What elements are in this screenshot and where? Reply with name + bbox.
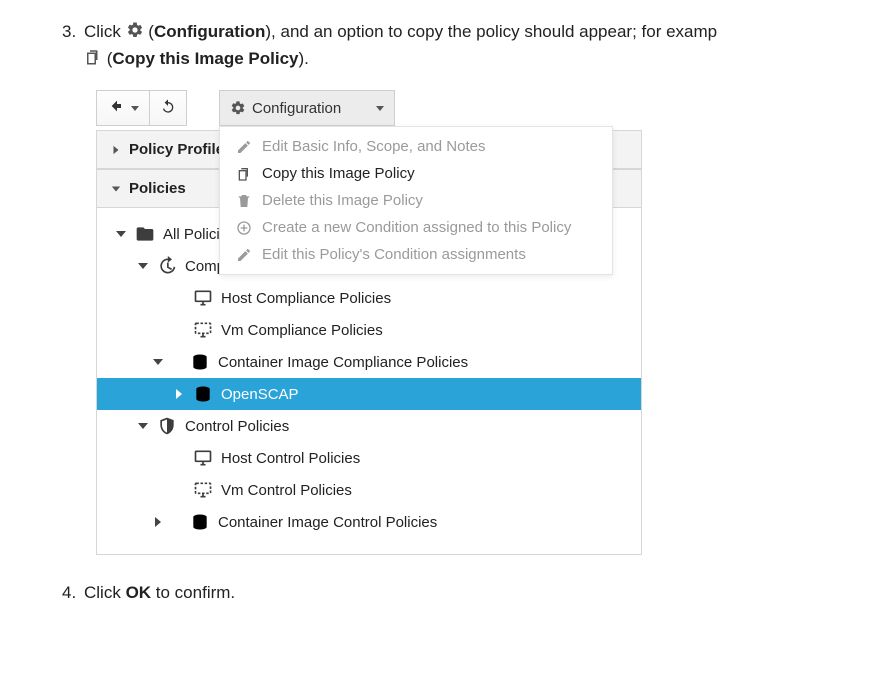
step-body: Click (Configuration), and an option to … [84, 18, 891, 72]
gear-icon [126, 20, 144, 38]
copy-icon [84, 47, 102, 65]
back-button[interactable] [96, 90, 150, 126]
expand-toggle[interactable] [137, 420, 149, 432]
refresh-button[interactable] [149, 90, 187, 126]
gear-icon [230, 100, 246, 116]
tree-host-control[interactable]: Host Control Policies [97, 442, 641, 474]
container-stack-icon [190, 352, 210, 372]
menu-delete-policy[interactable]: Delete this Image Policy [220, 187, 612, 214]
step-text: to confirm. [151, 583, 235, 602]
tree-label: Vm Control Policies [221, 482, 352, 499]
vm-icon [193, 320, 213, 340]
tree-label: Vm Compliance Policies [221, 322, 383, 339]
refresh-icon [160, 98, 176, 118]
vm-icon [193, 480, 213, 500]
expand-toggle[interactable] [173, 452, 185, 464]
chevron-down-icon [111, 184, 121, 194]
accordion-label: Policy Profiles [129, 141, 232, 158]
accordion-label: Policies [129, 180, 186, 197]
pencil-icon [236, 247, 252, 263]
menu-label: Copy this Image Policy [262, 165, 415, 182]
expand-toggle[interactable] [152, 516, 164, 528]
configuration-dropdown-wrap: Configuration Edit Basic Info, Scope, an… [219, 90, 395, 126]
tree-label: Container Image Compliance Policies [218, 354, 468, 371]
tree-container-compliance[interactable]: Container Image Compliance Policies [97, 346, 641, 378]
plus-circle-icon [236, 220, 252, 236]
container-stack-icon [190, 512, 210, 532]
menu-label: Edit this Policy's Condition assignments [262, 246, 526, 263]
step-text-bold: OK [126, 583, 152, 602]
monitor-icon [193, 448, 213, 468]
menu-label: Delete this Image Policy [262, 192, 423, 209]
chevron-right-icon [111, 145, 121, 155]
step-text: ), and an option to copy the policy shou… [265, 22, 717, 41]
configuration-label: Configuration [252, 100, 341, 117]
back-arrow-icon [107, 98, 123, 118]
configuration-button[interactable]: Configuration [219, 90, 395, 126]
tree-label: Host Compliance Policies [221, 290, 391, 307]
step-number: 4. [62, 579, 84, 606]
expand-toggle[interactable] [173, 388, 185, 400]
pencil-icon [236, 139, 252, 155]
container-stack-icon [193, 384, 213, 404]
tree-vm-compliance[interactable]: Vm Compliance Policies [97, 314, 641, 346]
menu-copy-policy[interactable]: Copy this Image Policy [220, 160, 612, 187]
shield-icon [157, 416, 177, 436]
copy-icon [236, 166, 252, 182]
chevron-down-icon [131, 106, 139, 111]
step-number: 3. [62, 18, 84, 72]
doc-step: 4. Click OK to confirm. [0, 579, 895, 606]
expand-toggle[interactable] [137, 260, 149, 272]
tree-label: OpenSCAP [221, 386, 299, 403]
app-screenshot: Configuration Edit Basic Info, Scope, an… [96, 90, 642, 555]
configuration-menu: Edit Basic Info, Scope, and Notes Copy t… [219, 126, 613, 275]
step-text: ). [299, 49, 309, 68]
menu-edit-basic[interactable]: Edit Basic Info, Scope, and Notes [220, 133, 612, 160]
expand-toggle[interactable] [115, 228, 127, 240]
tree-vm-control[interactable]: Vm Control Policies [97, 474, 641, 506]
step-text-bold: Configuration [154, 22, 265, 41]
nav-button-group [96, 90, 187, 126]
menu-label: Create a new Condition assigned to this … [262, 219, 571, 236]
history-icon [157, 256, 177, 276]
expand-toggle[interactable] [173, 484, 185, 496]
menu-edit-conditions[interactable]: Edit this Policy's Condition assignments [220, 241, 612, 268]
expand-toggle[interactable] [173, 324, 185, 336]
step-text: Click [84, 583, 126, 602]
folder-icon [135, 224, 155, 244]
tree-label: Control Policies [185, 418, 289, 435]
step-text-bold: Copy this Image Policy [112, 49, 298, 68]
doc-step: 3. Click (Configuration), and an option … [0, 18, 895, 72]
toolbar: Configuration Edit Basic Info, Scope, an… [96, 90, 642, 126]
tree-openscap[interactable]: OpenSCAP [97, 378, 641, 410]
step-text: Click [84, 22, 126, 41]
menu-create-condition[interactable]: Create a new Condition assigned to this … [220, 214, 612, 241]
trash-icon [236, 193, 252, 209]
menu-label: Edit Basic Info, Scope, and Notes [262, 138, 485, 155]
chevron-down-icon [376, 106, 384, 111]
step-body: Click OK to confirm. [84, 579, 891, 606]
tree-container-control[interactable]: Container Image Control Policies [97, 506, 641, 538]
expand-toggle[interactable] [152, 356, 164, 368]
tree-control-policies[interactable]: Control Policies [97, 410, 641, 442]
monitor-icon [193, 288, 213, 308]
expand-toggle[interactable] [173, 292, 185, 304]
tree-label: Host Control Policies [221, 450, 360, 467]
tree-host-compliance[interactable]: Host Compliance Policies [97, 282, 641, 314]
tree-label: Container Image Control Policies [218, 514, 437, 531]
